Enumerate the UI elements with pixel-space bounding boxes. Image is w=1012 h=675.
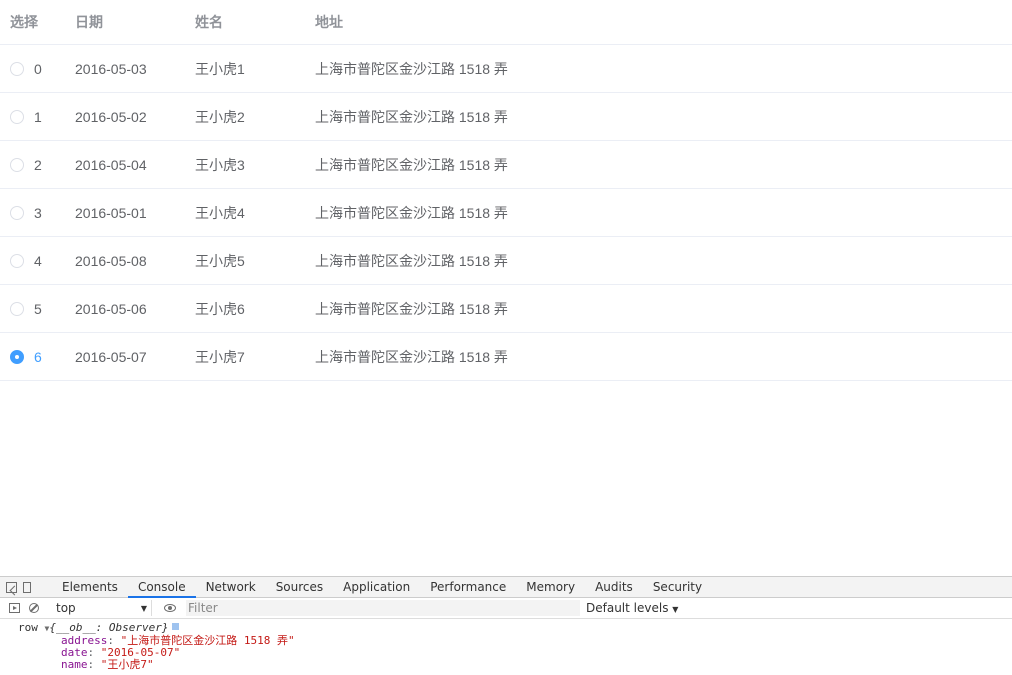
- address-cell: 上海市普陀区金沙江路 1518 弄: [315, 108, 508, 125]
- address-cell: 上海市普陀区金沙江路 1518 弄: [315, 252, 508, 269]
- devtools-tab-bar: Elements Console Network Sources Application…: [0, 577, 1012, 598]
- date-cell: 2016-05-04: [75, 156, 147, 173]
- row-radio[interactable]: [10, 61, 24, 76]
- row-index[interactable]: 2: [34, 157, 42, 173]
- log-levels-label: Default levels: [586, 601, 669, 615]
- console-object-field: name: "王小虎7": [18, 659, 1012, 671]
- row-index[interactable]: 5: [34, 301, 42, 317]
- row-radio[interactable]: [10, 349, 24, 364]
- field-key: name: [61, 658, 88, 671]
- clear-icon: [29, 603, 39, 613]
- table-row[interactable]: 6 2016-05-07 王小虎7 上海市普陀区金沙江路 1518 弄: [0, 333, 1012, 381]
- row-radio[interactable]: [10, 253, 24, 268]
- name-cell: 王小虎5: [195, 252, 245, 269]
- header-date: 日期: [75, 14, 103, 30]
- tab-elements[interactable]: Elements: [52, 577, 128, 598]
- tab-audits[interactable]: Audits: [585, 577, 643, 598]
- row-index[interactable]: 6: [34, 349, 42, 365]
- name-cell: 王小虎1: [195, 60, 245, 77]
- table-row[interactable]: 3 2016-05-01 王小虎4 上海市普陀区金沙江路 1518 弄: [0, 189, 1012, 237]
- console-filter-input[interactable]: [186, 600, 580, 616]
- row-radio[interactable]: [10, 205, 24, 220]
- date-cell: 2016-05-07: [75, 348, 147, 365]
- console-toolbar: top ▼ Default levels ▼: [0, 598, 1012, 619]
- row-index[interactable]: 1: [34, 109, 42, 125]
- field-value: "王小虎7": [100, 658, 154, 671]
- select-cell: 1: [0, 109, 75, 125]
- name-cell: 王小虎7: [195, 348, 245, 365]
- tab-console[interactable]: Console: [127, 577, 196, 598]
- name-cell: 王小虎2: [195, 108, 245, 125]
- chevron-down-icon: ▼: [140, 603, 147, 613]
- table-row[interactable]: 2 2016-05-04 王小虎3 上海市普陀区金沙江路 1518 弄: [0, 141, 1012, 189]
- tab-memory[interactable]: Memory: [516, 577, 585, 598]
- sidebar-toggle-button[interactable]: [4, 598, 24, 618]
- name-cell: 王小虎3: [195, 156, 245, 173]
- date-cell: 2016-05-03: [75, 60, 147, 77]
- table-row[interactable]: 0 2016-05-03 王小虎1 上海市普陀区金沙江路 1518 弄: [0, 45, 1012, 93]
- select-cell: 6: [0, 349, 75, 365]
- table-row[interactable]: 5 2016-05-06 王小虎6 上海市普陀区金沙江路 1518 弄: [0, 285, 1012, 333]
- tab-security[interactable]: Security: [643, 577, 712, 598]
- console-output: row ▼{__ob__: Observer} address: "上海市普陀区…: [0, 619, 1012, 671]
- info-icon: [171, 623, 179, 630]
- address-cell: 上海市普陀区金沙江路 1518 弄: [315, 156, 508, 173]
- header-address: 地址: [315, 14, 343, 30]
- console-object-field: date: "2016-05-07": [18, 647, 1012, 659]
- row-radio[interactable]: [10, 301, 24, 316]
- object-summary: {__ob__: Observer}: [49, 621, 169, 634]
- tab-application[interactable]: Application: [333, 577, 420, 598]
- table-row[interactable]: 4 2016-05-08 王小虎5 上海市普陀区金沙江路 1518 弄: [0, 237, 1012, 285]
- chevron-down-icon: ▼: [672, 605, 679, 614]
- date-cell: 2016-05-02: [75, 108, 147, 125]
- table-header: 选择 日期 姓名 地址: [0, 0, 1012, 45]
- table-row[interactable]: 1 2016-05-02 王小虎2 上海市普陀区金沙江路 1518 弄: [0, 93, 1012, 141]
- tab-performance[interactable]: Performance: [420, 577, 516, 598]
- row-radio[interactable]: [10, 157, 24, 172]
- address-cell: 上海市普陀区金沙江路 1518 弄: [315, 60, 508, 77]
- table-body: 0 2016-05-03 王小虎1 上海市普陀区金沙江路 1518 弄 1 2016-05…: [0, 45, 1012, 381]
- tab-network[interactable]: Network: [196, 577, 266, 598]
- address-cell: 上海市普陀区金沙江路 1518 弄: [315, 204, 508, 221]
- select-cell: 3: [0, 205, 75, 221]
- name-cell: 王小虎6: [195, 300, 245, 317]
- devtools-panel: Elements Console Network Sources Application…: [0, 576, 1012, 675]
- header-select: 选择: [10, 14, 38, 30]
- log-levels-dropdown[interactable]: Default levels ▼: [586, 601, 678, 615]
- row-radio[interactable]: [10, 109, 24, 124]
- live-expression-eye-icon[interactable]: [164, 604, 176, 612]
- select-cell: 4: [0, 253, 75, 269]
- sidebar-icon: [8, 603, 20, 613]
- tab-sources[interactable]: Sources: [266, 577, 333, 598]
- clear-console-button[interactable]: [24, 598, 44, 618]
- select-cell: 0: [0, 61, 75, 77]
- context-value: top: [56, 601, 76, 615]
- data-table: 选择 日期 姓名 地址 0 2016-05-03 王小虎1 上海市普陀区金沙江路 15…: [0, 0, 1012, 381]
- console-log-label: row: [18, 621, 38, 634]
- device-toolbar-icon[interactable]: [23, 581, 31, 593]
- row-index[interactable]: 0: [34, 61, 42, 77]
- header-name: 姓名: [195, 14, 223, 30]
- inspect-element-icon[interactable]: [6, 581, 17, 593]
- date-cell: 2016-05-01: [75, 204, 147, 221]
- address-cell: 上海市普陀区金沙江路 1518 弄: [315, 300, 508, 317]
- date-cell: 2016-05-06: [75, 300, 147, 317]
- context-selector[interactable]: top ▼: [52, 600, 152, 616]
- field-colon: :: [87, 658, 101, 671]
- select-cell: 5: [0, 301, 75, 317]
- row-index[interactable]: 3: [34, 205, 42, 221]
- select-cell: 2: [0, 157, 75, 173]
- date-cell: 2016-05-08: [75, 252, 147, 269]
- address-cell: 上海市普陀区金沙江路 1518 弄: [315, 348, 508, 365]
- row-index[interactable]: 4: [34, 253, 42, 269]
- name-cell: 王小虎4: [195, 204, 245, 221]
